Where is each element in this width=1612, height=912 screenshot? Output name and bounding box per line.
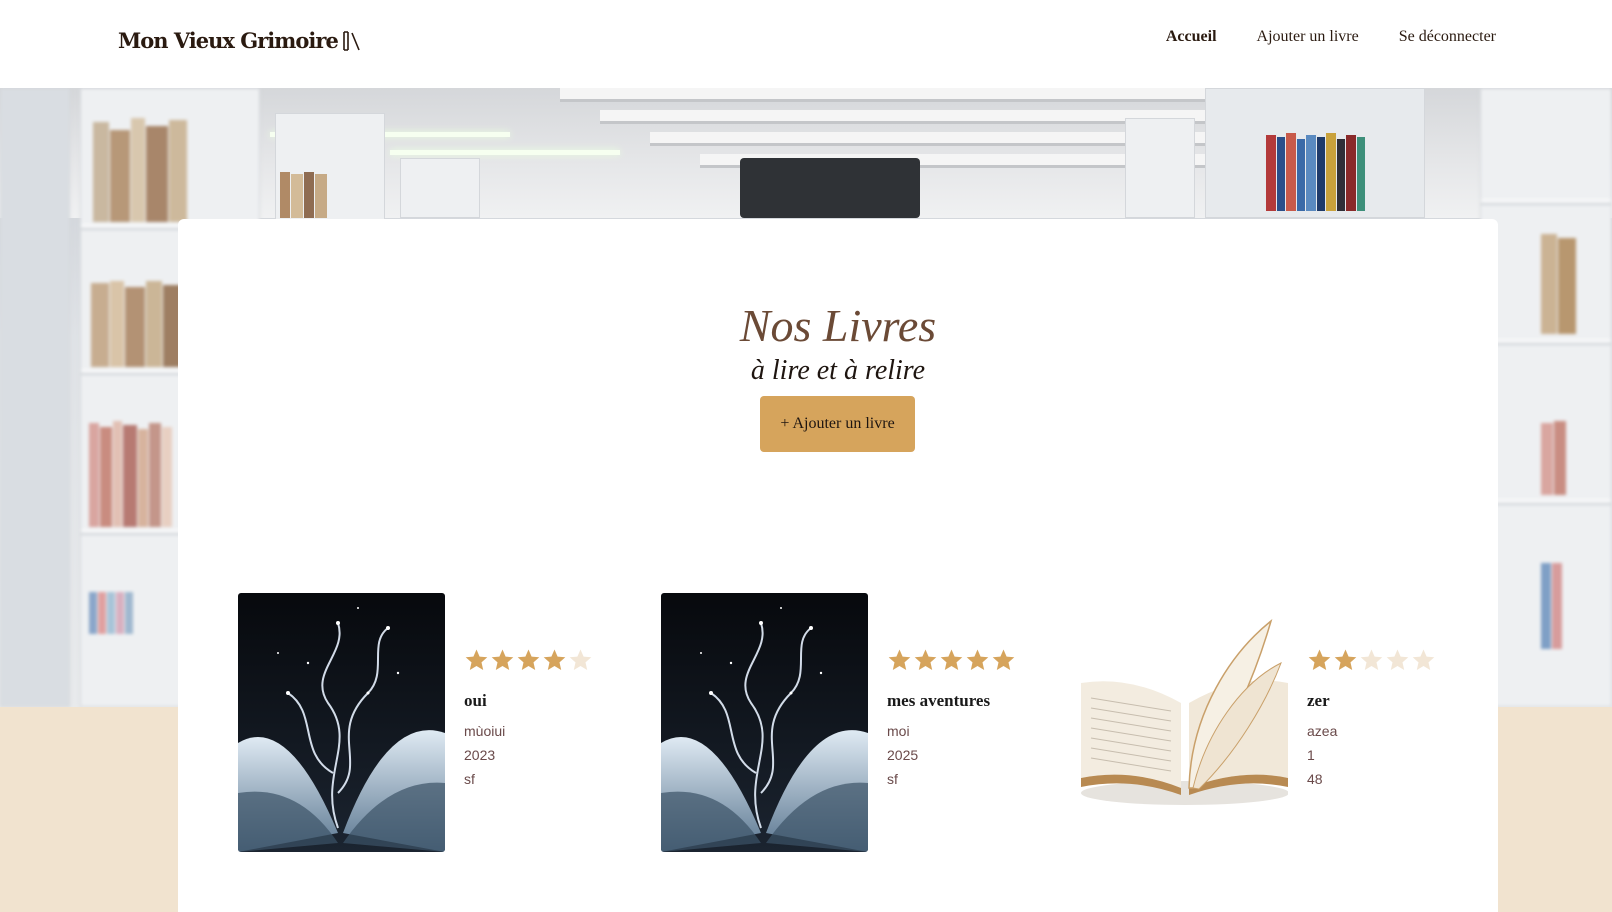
rating-stars	[1307, 648, 1436, 673]
book-genre: sf	[464, 771, 475, 787]
book-cover-magic	[661, 593, 868, 852]
star-empty-icon	[1412, 649, 1435, 670]
add-book-button[interactable]: + Ajouter un livre	[760, 396, 915, 452]
book-year: 1	[1307, 747, 1315, 763]
book-year: 2023	[464, 747, 496, 763]
star-filled-icon	[543, 649, 566, 670]
rating-stars	[464, 648, 593, 673]
logo[interactable]: Mon Vieux Grimoire	[118, 28, 362, 53]
star-filled-icon	[465, 649, 488, 670]
left-edge-shelf	[0, 88, 70, 707]
center-shelf	[400, 158, 480, 218]
book-cover-magic	[238, 593, 445, 852]
star-filled-icon	[888, 649, 911, 670]
right-edge-shelf	[1480, 88, 1612, 707]
book-info: oui mùoiui 2023 sf	[464, 648, 593, 791]
nav-ajouter-livre[interactable]: Ajouter un livre	[1257, 28, 1359, 46]
book-title: zer	[1307, 691, 1330, 710]
site-header: Mon Vieux Grimoire Accueil Ajouter un li…	[0, 0, 1612, 88]
books-icon	[343, 30, 360, 51]
book-cover-open	[1081, 593, 1288, 852]
page-title: Nos Livres	[739, 300, 937, 351]
star-filled-icon	[491, 649, 514, 670]
rating-stars	[887, 648, 1016, 673]
book-year: 2025	[887, 747, 919, 763]
star-empty-icon	[1360, 649, 1383, 670]
star-empty-icon	[569, 649, 592, 670]
star-filled-icon	[1334, 649, 1357, 670]
ceiling-light	[390, 150, 620, 155]
star-filled-icon	[940, 649, 963, 670]
star-filled-icon	[1308, 649, 1331, 670]
right-shelf-a	[1125, 118, 1195, 218]
right-shelf-b	[1205, 88, 1425, 218]
center-left-shelf	[275, 113, 385, 223]
star-filled-icon	[992, 649, 1015, 670]
star-filled-icon	[966, 649, 989, 670]
book-title: oui	[464, 691, 487, 710]
nav-accueil[interactable]: Accueil	[1166, 28, 1217, 46]
star-empty-icon	[1386, 649, 1409, 670]
reading-machine	[740, 158, 920, 218]
book-card[interactable]: mes aventures moi 2025 sf	[661, 593, 1041, 853]
book-author: azea	[1307, 723, 1338, 739]
star-filled-icon	[914, 649, 937, 670]
book-card[interactable]: zer azea 1 48	[1081, 593, 1461, 853]
books-card: Nos Livres à lire et à relire + Ajouter …	[178, 219, 1498, 912]
book-genre: sf	[887, 771, 898, 787]
book-author: moi	[887, 723, 910, 739]
book-title: mes aventures	[887, 691, 991, 710]
book-card[interactable]: oui mùoiui 2023 sf	[238, 593, 618, 853]
book-info: mes aventures moi 2025 sf	[887, 648, 1016, 791]
star-filled-icon	[517, 649, 540, 670]
nav-se-deconnecter[interactable]: Se déconnecter	[1399, 28, 1496, 46]
main-nav: Accueil Ajouter un livre Se déconnecter	[1166, 28, 1496, 46]
logo-text: Mon Vieux Grimoire	[118, 28, 339, 53]
page-subtitle: à lire et à relire	[750, 355, 926, 386]
book-author: mùoiui	[464, 723, 506, 739]
book-genre: 48	[1307, 771, 1323, 787]
book-info: zer azea 1 48	[1307, 648, 1436, 791]
